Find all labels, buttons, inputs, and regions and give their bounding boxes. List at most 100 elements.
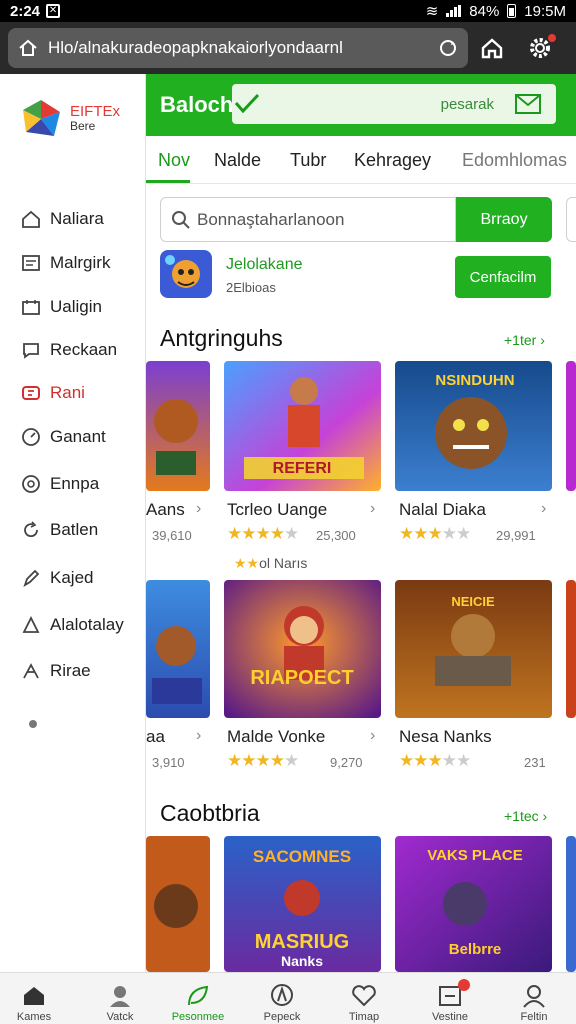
game-card-image[interactable] [146, 580, 210, 718]
chevron-right-icon[interactable]: › [196, 500, 201, 518]
nav-item-vatck[interactable]: Vatck [90, 981, 150, 1023]
game-card-count: 39,610 [152, 528, 192, 543]
chevron-right-icon[interactable]: › [370, 500, 375, 518]
tab-tubr[interactable]: Tubr [290, 150, 326, 171]
game-card-count: 9,270 [330, 755, 363, 770]
category-tabs: Nov Nalde Tubr Kehragey Edomhlomas [146, 136, 576, 184]
featured-app-icon[interactable] [160, 250, 212, 298]
nav-badge [458, 979, 470, 991]
tab-edomhlomas[interactable]: Edomhlomas [462, 150, 567, 171]
game-card-image-edge[interactable] [566, 836, 576, 972]
section-title: Antgringuhs [160, 325, 283, 351]
sidebar-item-ennpa[interactable]: Ennpa [20, 469, 99, 499]
sidebar-item-ualigin[interactable]: Ualigin [20, 292, 102, 322]
search-extra-button[interactable] [566, 197, 576, 242]
game-card-image-edge[interactable] [566, 580, 576, 718]
game-card-image[interactable]: REFERI [224, 361, 381, 491]
nav-label: Vatck [106, 1011, 134, 1023]
game-card-image[interactable]: NSINDUHN [395, 361, 552, 491]
sidebar-item-label: Rirae [50, 661, 91, 680]
sidebar-item-label: Batlen [50, 520, 99, 539]
gift-icon [420, 981, 480, 1011]
game-card-title[interactable]: Tcrleo Uange [227, 500, 327, 520]
notification-x-icon: ✕ [46, 4, 61, 18]
game-card-image-edge[interactable] [566, 361, 576, 491]
featured-action-button[interactable]: Cenfacilm [455, 256, 551, 298]
see-more-label: +1ter [504, 332, 537, 348]
chevron-right-icon[interactable]: › [196, 727, 201, 745]
app-header: Balochn pesarak [146, 74, 576, 136]
wifi-icon: ≋ [425, 3, 439, 20]
game-card-image[interactable]: VAKS PLACE Belbrre [395, 836, 552, 972]
tab-nalde[interactable]: Nalde [214, 150, 261, 171]
sidebar-item-label: Malrgirk [50, 253, 111, 272]
search-input[interactable]: Bonnaştaharlanoon [160, 197, 456, 242]
status-bar: 2:24 ✕ ≋ 84% 19:5M [0, 0, 576, 22]
game-card-image[interactable] [146, 361, 210, 491]
nav-item-pesonmee[interactable]: Pesonmee [168, 981, 228, 1023]
sidebar-item-rani[interactable]: Rani [20, 378, 85, 408]
chevron-right-icon[interactable]: › [541, 500, 546, 518]
game-card-image[interactable]: NEICIE [395, 580, 552, 718]
battery-icon [507, 4, 517, 18]
see-more-link[interactable]: +1ter › [504, 332, 545, 348]
header-search-field[interactable]: pesarak [232, 84, 556, 124]
settings-button[interactable] [516, 28, 564, 68]
sidebar-item-label: Reckaan [50, 340, 118, 359]
nav-item-timap[interactable]: Timap [334, 981, 394, 1023]
see-more-link[interactable]: +1tec › [504, 808, 547, 824]
rating-stars: ★★★★★ [399, 751, 471, 770]
sidebar-item-naliara[interactable]: Naliara [20, 204, 104, 234]
nav-label: Timap [348, 1011, 380, 1023]
more-dot[interactable] [29, 720, 37, 728]
home-button[interactable] [468, 28, 516, 68]
sidebar-item-ganant[interactable]: Ganant [20, 422, 106, 452]
triangle-icon [20, 614, 42, 636]
url-field[interactable]: Hlo/alnakuradeopapknakaiorlyondaarnl [8, 28, 468, 68]
settings-badge [548, 34, 556, 42]
sidebar-item-label: Kajed [50, 568, 94, 587]
game-card-title[interactable]: Nesa Nanks [399, 727, 492, 747]
home-icon[interactable] [18, 38, 38, 58]
status-clock: 19:5M [524, 2, 566, 20]
chevron-right-icon[interactable]: › [370, 727, 375, 745]
sidebar-item-alalotalay[interactable]: Alalotalay [20, 610, 124, 640]
game-card-image[interactable]: RIAPOECT [224, 580, 381, 718]
sidebar-item-malrgirk[interactable]: Malrgirk [20, 248, 110, 278]
game-card-title[interactable]: aa [146, 727, 165, 747]
game-card-image[interactable]: SACOMNES MASRIUG Nanks [224, 836, 381, 972]
featured-app-sub: 2Elbioas [226, 280, 276, 295]
refresh-icon[interactable] [438, 38, 458, 58]
app-logo[interactable]: EIFTEx Bere [0, 74, 145, 150]
game-card-title[interactable]: Nalal Diaka [399, 500, 486, 520]
card-art-text: RIAPOECT [250, 667, 353, 689]
nav-item-pepeck[interactable]: Pepeck [252, 981, 312, 1023]
mail-icon[interactable] [514, 92, 542, 116]
nav-item-kames[interactable]: Kames [4, 981, 64, 1023]
url-text[interactable]: Hlo/alnakuradeopapknakaiorlyondaarnl [48, 38, 438, 58]
sidebar-item-rirae[interactable]: Rirae [20, 656, 91, 686]
rating-stars: ★★★★★ [227, 751, 299, 770]
sidebar-item-reckaan[interactable]: Reckaan [20, 335, 117, 365]
home-outline-icon [20, 208, 42, 230]
game-card-title[interactable]: Malde Vonke [227, 727, 325, 747]
see-more-label: +1tec [504, 808, 539, 824]
nav-item-vestine[interactable]: Vestine [420, 979, 480, 1023]
sidebar-item-label: Rani [50, 383, 85, 402]
sidebar-item-kajed[interactable]: Kajed [20, 563, 93, 593]
nav-item-feltin[interactable]: Feltin [504, 981, 564, 1023]
nav-label: Pesonmee [171, 1011, 225, 1023]
card-art-subtext-2: Nanks [281, 953, 323, 969]
game-card-title[interactable]: Aans [146, 500, 185, 520]
game-card-image[interactable] [146, 836, 210, 972]
search-button[interactable]: Brraoy [456, 197, 552, 242]
tab-kehragey[interactable]: Kehragey [354, 150, 431, 171]
sidebar-item-batlen[interactable]: Batlen [20, 515, 98, 545]
card-art-text: NSINDUHN [435, 372, 514, 389]
tab-nov[interactable]: Nov [158, 150, 190, 171]
featured-app-name[interactable]: Jelolakane [226, 256, 303, 274]
status-time: 2:24 [10, 2, 41, 20]
nav-label: Pepeck [263, 1011, 301, 1023]
chat-icon [20, 339, 42, 361]
rating-stars: ★★★★★ [399, 524, 471, 543]
